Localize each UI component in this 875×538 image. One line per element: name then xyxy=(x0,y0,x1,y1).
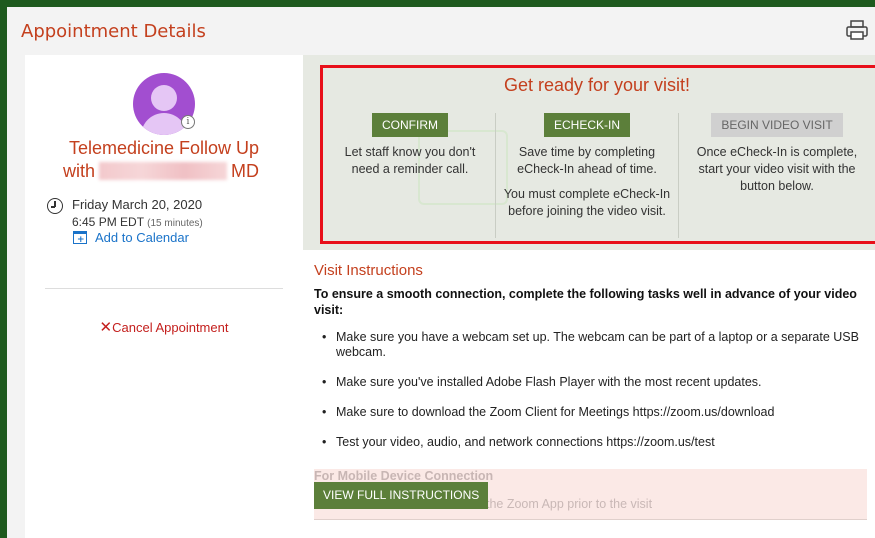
get-ready-title: Get ready for your visit! xyxy=(503,75,691,95)
visit-type-title: Telemedicine Follow Up xyxy=(68,138,260,158)
add-to-calendar-link[interactable]: Add to Calendar xyxy=(95,230,189,245)
instructions-lead: To ensure a smooth connection, complete … xyxy=(314,287,857,317)
confirm-button[interactable]: CONFIRM xyxy=(372,113,448,137)
begin-video-description: Once eCheck-In is complete, start your v… xyxy=(696,145,858,193)
echeckin-step: ECHECK-IN Save time by completing eCheck… xyxy=(495,113,679,238)
list-item: Make sure you've installed Adobe Flash P… xyxy=(314,375,869,390)
appointment-time-row: 6:45 PM EDT (15 minutes) xyxy=(72,215,203,229)
calendar-add-icon[interactable]: + xyxy=(73,231,87,245)
begin-video-visit-button[interactable]: BEGIN VIDEO VISIT xyxy=(711,113,843,137)
echeckin-requirement: You must complete eCheck-In before joini… xyxy=(503,187,671,218)
view-full-instructions-button[interactable]: VIEW FULL INSTRUCTIONS xyxy=(314,482,489,509)
appointment-date: Friday March 20, 2020 xyxy=(72,197,203,212)
provider-suffix: MD xyxy=(231,161,260,181)
printer-icon[interactable] xyxy=(845,19,869,41)
echeckin-button[interactable]: ECHECK-IN xyxy=(543,113,630,137)
cancel-label: Cancel Appointment xyxy=(112,320,229,335)
visit-details-panel: Get ready for your visit! CONFIRM Let st… xyxy=(303,55,875,538)
header-bar: Appointment Details xyxy=(7,7,875,53)
redacted-provider-name xyxy=(99,162,228,180)
mobile-connection-text: the Zoom App prior to the visit xyxy=(486,497,653,511)
confirm-description: Let staff know you don't need a reminder… xyxy=(344,145,476,176)
cancel-appointment-link[interactable]: ✕Cancel Appointment xyxy=(25,318,303,336)
provider-line: with MD xyxy=(63,160,259,182)
get-ready-section: Get ready for your visit! CONFIRM Let st… xyxy=(303,55,875,250)
divider xyxy=(45,288,283,289)
list-item: Make sure you have a webcam set up. The … xyxy=(314,330,869,360)
appointment-time: 6:45 PM EDT xyxy=(72,215,144,229)
clock-icon xyxy=(47,198,63,214)
echeckin-description: Save time by completing eCheck-In ahead … xyxy=(517,145,657,176)
appointment-duration: (15 minutes) xyxy=(147,218,203,229)
instructions-title: Visit Instructions xyxy=(314,262,423,279)
page-title: Appointment Details xyxy=(21,21,206,42)
with-prefix: with xyxy=(63,161,96,181)
info-icon[interactable]: i xyxy=(181,115,195,129)
appointment-summary-panel: i Telemedicine Follow Up with MD Friday M… xyxy=(25,55,303,538)
close-icon: ✕ xyxy=(99,319,113,336)
begin-video-step: BEGIN VIDEO VISIT Once eCheck-In is comp… xyxy=(679,113,875,203)
mobile-connection-title: For Mobile Device Connection xyxy=(314,469,494,483)
list-item: Make sure to download the Zoom Client fo… xyxy=(314,405,869,420)
confirm-step: CONFIRM Let staff know you don't need a … xyxy=(325,113,495,186)
list-item: Test your video, audio, and network conn… xyxy=(314,435,869,450)
instructions-list: Make sure you have a webcam set up. The … xyxy=(314,330,869,465)
